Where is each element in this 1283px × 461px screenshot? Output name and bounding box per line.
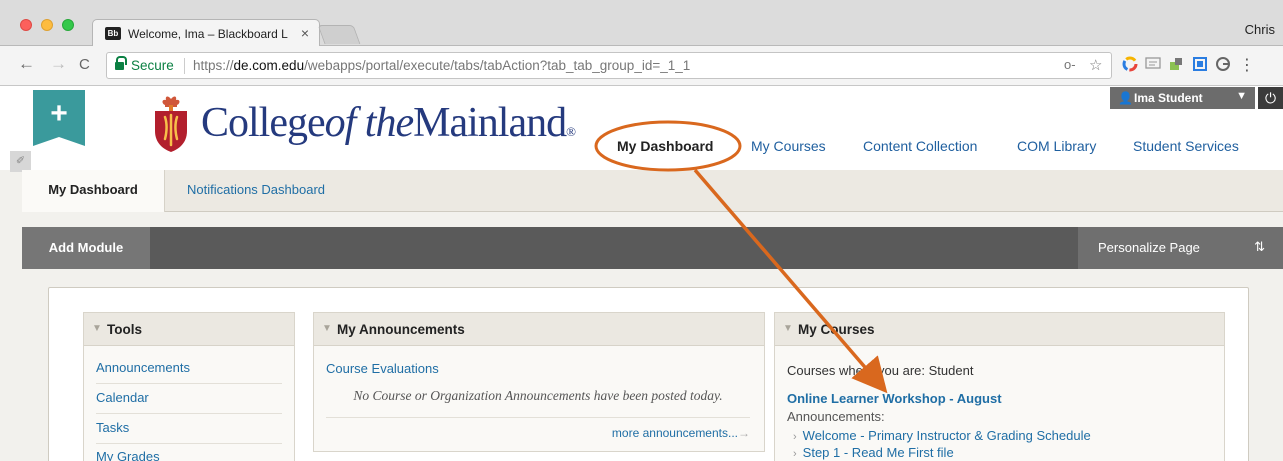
forward-arrow-icon[interactable]: → [50, 54, 67, 74]
minimize-window-button[interactable] [41, 19, 53, 31]
course-role-text: Courses where you are: Student [787, 363, 974, 378]
tab-notifications-dashboard[interactable]: Notifications Dashboard [187, 182, 325, 197]
course-announcements-label: Announcements: [787, 409, 885, 424]
quick-add-button[interactable]: + [33, 90, 85, 146]
blackboard-favicon-icon: Bb [105, 27, 121, 40]
tab-my-dashboard[interactable]: My Dashboard [22, 170, 165, 212]
course-announcement-link[interactable]: › Step 1 - Read Me First file [793, 445, 954, 460]
arrow-right-icon: → [738, 426, 750, 440]
personalize-page-button[interactable]: Personalize Page ⇅ [1078, 227, 1283, 269]
course-announcement-link[interactable]: › Welcome - Primary Instructor & Grading … [793, 428, 1091, 443]
chevron-down-icon: ▼ [1236, 90, 1247, 102]
college-crest-logo [155, 96, 187, 152]
divider [96, 443, 282, 444]
dashboard-modules-panel: ▼ Tools Announcements Calendar Tasks My … [48, 287, 1249, 461]
divider [326, 417, 750, 418]
tools-link-my-grades[interactable]: My Grades [96, 449, 160, 461]
browser-tab-bar: Bb Welcome, Ima – Blackboard Le × Chris [0, 0, 1283, 47]
tools-link-tasks[interactable]: Tasks [96, 420, 129, 435]
my-courses-module: ▼ My Courses Courses where you are: Stud… [774, 312, 1225, 461]
browser-tab-active[interactable]: Bb Welcome, Ima – Blackboard Le × [92, 19, 320, 47]
course-evaluations-link[interactable]: Course Evaluations [326, 361, 439, 376]
new-tab-button[interactable] [317, 25, 361, 44]
course-link[interactable]: Online Learner Workshop - August [787, 391, 1002, 406]
back-arrow-icon[interactable]: ← [18, 54, 35, 74]
user-menu[interactable]: 👤 Ima Student ▼ [1110, 87, 1255, 109]
puzzle-icon[interactable] [1166, 56, 1186, 76]
module-header: ▼ My Courses [775, 313, 1224, 346]
chevron-right-icon: › [793, 431, 797, 443]
logout-power-icon[interactable]: ⏻ [1258, 87, 1283, 109]
tools-module: ▼ Tools Announcements Calendar Tasks My … [83, 312, 295, 461]
collapse-caret-icon[interactable]: ▼ [322, 323, 332, 334]
nav-my-dashboard[interactable]: My Dashboard [617, 138, 713, 154]
reload-icon[interactable]: C [79, 56, 90, 73]
browser-menu-icon[interactable]: ⋮ [1237, 56, 1257, 76]
more-announcements-link[interactable]: more announcements...→ [612, 426, 750, 440]
lock-icon [115, 56, 127, 71]
blackboard-page: + ✐ Collegeof theMainland® 👤 Ima Student… [0, 87, 1283, 461]
module-header: ▼ My Announcements [314, 313, 764, 346]
tab-close-icon[interactable]: × [301, 25, 309, 41]
profile-icon[interactable] [1213, 56, 1233, 76]
color-circle-icon[interactable] [1120, 56, 1140, 76]
edit-pencil-icon[interactable]: ✐ [10, 151, 31, 172]
browser-profile-name[interactable]: Chris [1245, 22, 1275, 37]
key-icon[interactable]: o- [1064, 57, 1076, 72]
window-icon[interactable] [1190, 56, 1210, 76]
user-name: Ima Student [1134, 91, 1203, 105]
url-input[interactable]: Secure https://de.com.edu/webapps/portal… [106, 52, 1112, 79]
reorder-icon[interactable]: ⇅ [1254, 239, 1265, 255]
module-toolbar: Add Module Personalize Page ⇅ [22, 227, 1283, 269]
module-title: Tools [107, 322, 142, 337]
nav-my-courses[interactable]: My Courses [751, 138, 826, 154]
tools-link-announcements[interactable]: Announcements [96, 360, 190, 375]
collapse-caret-icon[interactable]: ▼ [92, 323, 102, 334]
announcements-module: ▼ My Announcements Course Evaluations No… [313, 312, 765, 452]
maximize-window-button[interactable] [62, 19, 74, 31]
college-name-logo[interactable]: Collegeof theMainland® [201, 99, 576, 147]
module-header: ▼ Tools [84, 313, 294, 346]
module-title: My Courses [798, 322, 875, 337]
divider [96, 413, 282, 414]
url-text: https://de.com.edu/webapps/portal/execut… [193, 58, 691, 73]
collapse-caret-icon[interactable]: ▼ [783, 323, 793, 334]
cast-icon[interactable] [1143, 56, 1163, 76]
omnibox-divider [184, 58, 185, 74]
no-announcements-message: No Course or Organization Announcements … [353, 388, 723, 403]
module-title: My Announcements [337, 322, 465, 337]
bookmark-star-icon[interactable]: ☆ [1089, 56, 1102, 74]
close-window-button[interactable] [20, 19, 32, 31]
divider [96, 383, 282, 384]
site-header: + ✐ Collegeof theMainland® 👤 Ima Student… [0, 87, 1283, 172]
nav-content-collection[interactable]: Content Collection [863, 138, 977, 154]
add-module-button[interactable]: Add Module [22, 227, 150, 269]
nav-com-library[interactable]: COM Library [1017, 138, 1096, 154]
nav-student-services[interactable]: Student Services [1133, 138, 1239, 154]
sub-navigation: My Dashboard Notifications Dashboard [22, 170, 1283, 212]
secure-label: Secure [131, 58, 174, 73]
chevron-right-icon: › [793, 448, 797, 460]
tools-link-calendar[interactable]: Calendar [96, 390, 149, 405]
tab-title: Welcome, Ima – Blackboard Le [128, 27, 288, 41]
user-icon: 👤 [1118, 91, 1133, 105]
browser-address-bar: ← → C Secure https://de.com.edu/webapps/… [0, 46, 1283, 86]
